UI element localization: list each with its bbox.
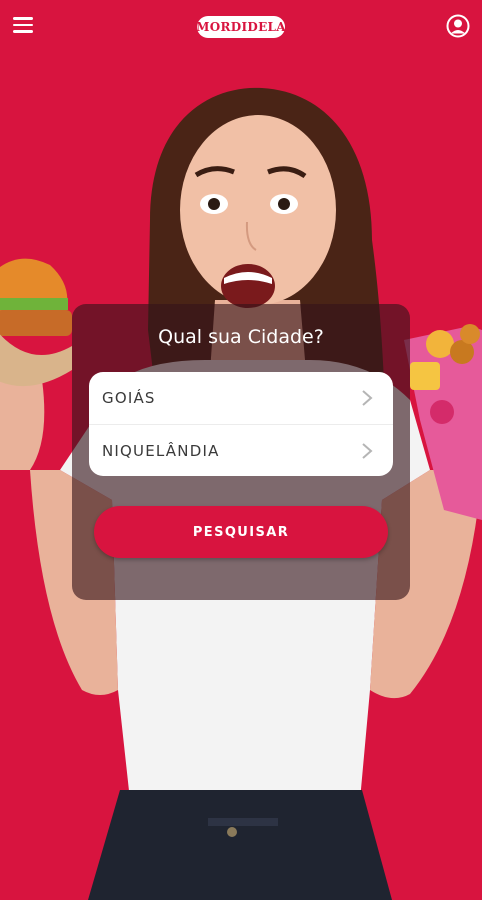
chevron-right-icon — [362, 443, 373, 459]
app-header: MORDIDELA — [0, 0, 482, 56]
search-button-label: PESQUISAR — [192, 524, 290, 540]
user-profile-icon[interactable] — [446, 14, 470, 38]
brand-logo: MORDIDELA — [196, 16, 286, 38]
brand-logo-text: MORDIDELA — [196, 20, 286, 34]
state-select-value: GOIÁS — [102, 389, 156, 407]
city-select-value: NIQUELÂNDIA — [102, 441, 220, 460]
city-selection-panel: Qual sua Cidade? GOIÁS NIQUELÂNDIA PESQU… — [72, 304, 410, 600]
panel-title: Qual sua Cidade? — [158, 326, 324, 348]
search-button[interactable]: PESQUISAR — [94, 506, 388, 558]
hamburger-menu-icon[interactable] — [10, 12, 36, 38]
state-select[interactable]: GOIÁS — [89, 372, 393, 424]
location-selects: GOIÁS NIQUELÂNDIA — [89, 372, 393, 476]
chevron-right-icon — [362, 390, 373, 406]
city-select[interactable]: NIQUELÂNDIA — [89, 424, 393, 476]
